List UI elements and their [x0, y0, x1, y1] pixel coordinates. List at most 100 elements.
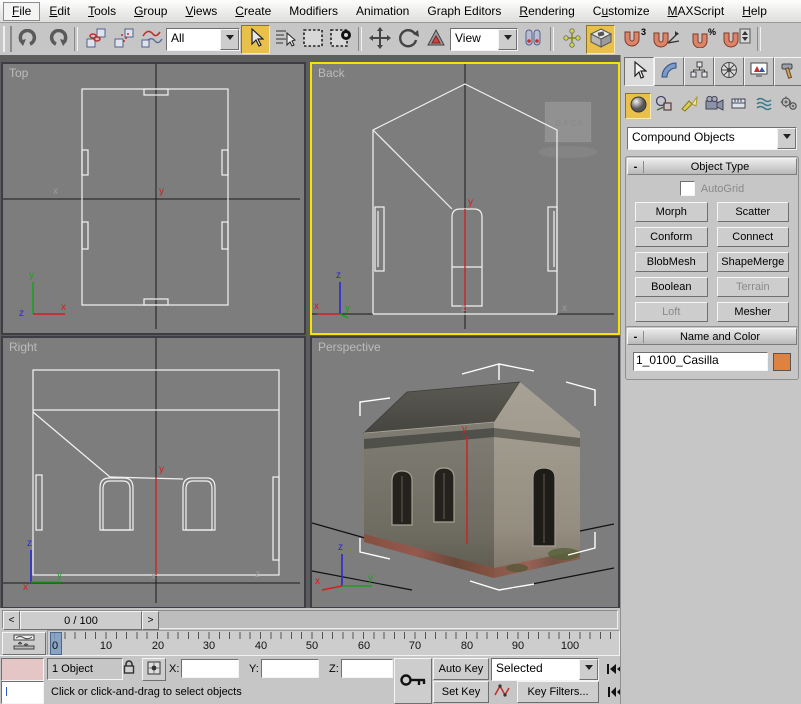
menu-views[interactable]: Views [176, 2, 226, 21]
key-filters-button[interactable]: Key Filters... [517, 681, 599, 703]
menu-tools[interactable]: Tools [79, 2, 125, 21]
reference-coordinate-dropdown[interactable]: View [450, 28, 518, 51]
auto-key-button[interactable]: Auto Key [433, 658, 489, 680]
y-coordinate-field[interactable] [261, 659, 319, 678]
viewport-right[interactable]: Right y x z [1, 336, 306, 609]
category-shapes[interactable] [652, 93, 676, 117]
window-crossing-toggle-button[interactable] [327, 26, 354, 53]
maxscript-mini-listener[interactable] [1, 681, 44, 704]
dropdown-arrow-icon[interactable] [579, 659, 598, 680]
menu-modifiers[interactable]: Modifiers [280, 2, 347, 21]
connect-button[interactable]: Connect [717, 227, 790, 247]
bind-to-space-warp-button[interactable] [138, 26, 165, 53]
category-lights[interactable] [677, 93, 701, 117]
selection-lock-toggle-button[interactable] [118, 658, 140, 679]
category-cameras[interactable] [702, 93, 726, 117]
conform-button[interactable]: Conform [635, 227, 708, 247]
track-bar-ruler[interactable]: 0 10 20 30 40 50 60 70 80 90 100 [47, 630, 620, 657]
geometry-category-dropdown[interactable]: Compound Objects [627, 127, 797, 150]
z-coordinate-input[interactable] [342, 660, 396, 672]
viewport-top[interactable]: Top x y y x [1, 62, 306, 335]
svg-text:y: y [462, 424, 467, 435]
use-pivot-point-center-button[interactable] [519, 26, 546, 53]
dropdown-arrow-icon[interactable] [220, 29, 239, 50]
default-tangent-button[interactable] [491, 681, 513, 701]
viewport-perspective[interactable]: Perspective [310, 336, 620, 609]
object-color-swatch[interactable] [773, 353, 791, 371]
category-helpers[interactable] [727, 93, 751, 117]
tab-display[interactable] [744, 57, 774, 86]
menu-edit[interactable]: Edit [40, 2, 79, 21]
maxscript-mini-listener-macro[interactable] [1, 658, 44, 681]
set-key-button[interactable]: Set Key [433, 681, 489, 703]
z-coordinate-field[interactable] [341, 659, 393, 678]
rollout-collapse-icon[interactable]: - [628, 161, 644, 173]
menu-create[interactable]: Create [226, 2, 280, 21]
morph-button[interactable]: Morph [635, 202, 708, 222]
viewport-back[interactable]: Back BACK [310, 62, 620, 335]
percent-snap-toggle-button[interactable]: % [684, 26, 718, 53]
rectangular-selection-region-button[interactable] [299, 26, 326, 53]
select-by-name-button[interactable] [271, 26, 298, 53]
previous-frame-arrow[interactable]: < [3, 611, 20, 630]
tab-create[interactable] [624, 57, 654, 86]
select-and-link-button[interactable] [82, 26, 109, 53]
dropdown-arrow-icon[interactable] [498, 29, 517, 50]
open-mini-curve-editor-button[interactable] [2, 632, 46, 655]
set-keys-button[interactable] [394, 658, 432, 704]
object-name-input[interactable] [634, 353, 771, 367]
toolbar-drag-handle[interactable] [3, 26, 12, 52]
spinner-snap-toggle-button[interactable] [719, 26, 753, 53]
key-filter-scope-dropdown[interactable]: Selected [491, 658, 599, 681]
category-systems[interactable] [777, 93, 801, 117]
tab-modify[interactable] [654, 57, 684, 86]
absolute-mode-icon [146, 660, 162, 679]
scatter-button[interactable]: Scatter [717, 202, 790, 222]
select-and-move-button[interactable] [366, 26, 393, 53]
x-coordinate-field[interactable] [181, 659, 239, 678]
menu-maxscript[interactable]: MAXScript [659, 2, 734, 21]
next-frame-arrow[interactable]: > [142, 611, 159, 630]
menu-animation[interactable]: Animation [347, 2, 418, 21]
category-geometry[interactable] [625, 93, 651, 119]
shapemerge-button[interactable]: ShapeMerge [717, 252, 790, 272]
snap-toggle-3d-button[interactable]: 3 [616, 26, 648, 53]
blobmesh-button[interactable]: BlobMesh [635, 252, 708, 272]
mesher-button[interactable]: Mesher [717, 302, 790, 322]
undo-button[interactable] [15, 26, 42, 53]
boolean-button[interactable]: Boolean [635, 277, 708, 297]
menu-group[interactable]: Group [125, 2, 176, 21]
select-and-rotate-button[interactable] [394, 26, 421, 53]
category-space-warps[interactable] [752, 93, 776, 117]
time-slider-thumb[interactable]: 0 / 100 [20, 611, 142, 630]
absolute-offset-mode-button[interactable] [142, 658, 166, 681]
redo-button[interactable] [43, 26, 70, 53]
menu-help[interactable]: Help [733, 2, 776, 21]
track-bar-ticks [54, 632, 619, 639]
select-and-manipulate-button[interactable] [558, 26, 585, 53]
dropdown-arrow-icon[interactable] [777, 128, 796, 149]
menu-file[interactable]: File [3, 2, 40, 21]
rollout-collapse-icon[interactable]: - [628, 331, 644, 343]
name-color-rollout-header[interactable]: - Name and Color [627, 328, 797, 345]
angle-snap-toggle-button[interactable] [649, 26, 683, 53]
tab-motion[interactable] [714, 57, 744, 86]
tab-hierarchy[interactable] [684, 57, 714, 86]
time-slider-track[interactable]: < 0 / 100 > [2, 610, 618, 629]
x-coordinate-label: X: [169, 663, 179, 675]
menu-graph-editors[interactable]: Graph Editors [418, 2, 510, 21]
snaps-toggle-button[interactable] [586, 25, 615, 54]
selection-filter-dropdown[interactable]: All [166, 28, 240, 51]
menu-rendering[interactable]: Rendering [510, 2, 583, 21]
select-and-scale-button[interactable] [422, 26, 449, 53]
unlink-selection-button[interactable] [110, 26, 137, 53]
y-coordinate-input[interactable] [262, 660, 322, 672]
tab-utilities[interactable] [774, 57, 801, 86]
select-object-button[interactable] [241, 25, 270, 54]
autogrid-checkbox[interactable] [680, 181, 695, 196]
x-coordinate-input[interactable] [182, 660, 242, 672]
menu-customize[interactable]: Customize [584, 2, 659, 21]
light-icon [680, 95, 698, 115]
object-name-field[interactable] [633, 352, 768, 371]
object-type-rollout-header[interactable]: - Object Type [627, 158, 797, 175]
